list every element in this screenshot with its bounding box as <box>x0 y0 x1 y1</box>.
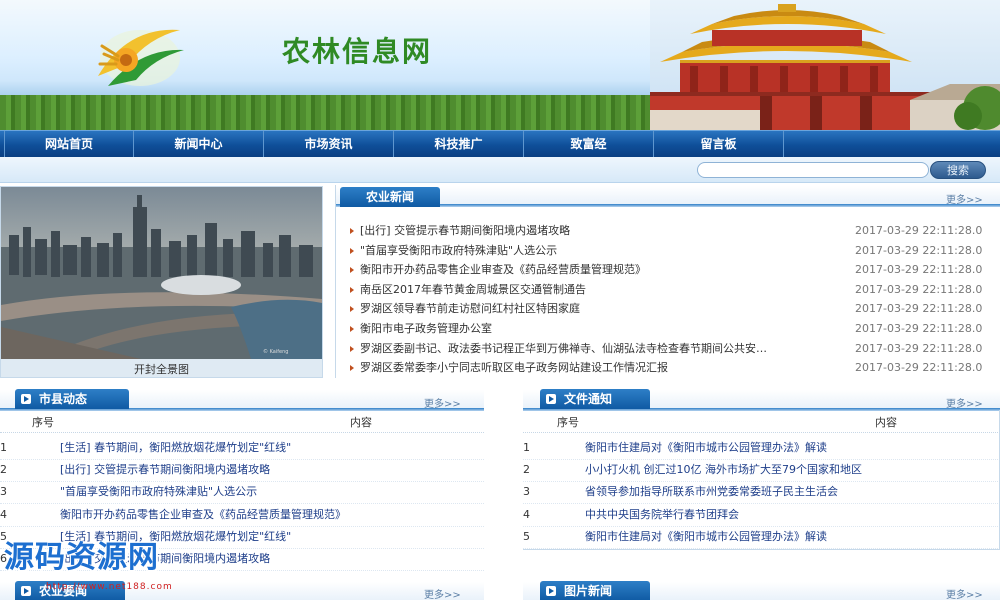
table-row[interactable]: 4 衡阳市开办药品零售企业审查及《药品经营质量管理规范》 <box>0 504 484 527</box>
doc-notice-more-link[interactable]: 更多>> <box>946 395 983 410</box>
bullet-arrow-icon <box>350 228 354 234</box>
watermark-title: 源码资源网 <box>4 540 159 575</box>
main-nav: 网站首页 新闻中心 市场资讯 科技推广 致富经 留言板 <box>0 130 1000 158</box>
row-num: 2 <box>0 463 7 476</box>
news-date: 2017-03-29 22:11:28.0 <box>855 341 983 355</box>
city-photo-panel: © Kaifeng 开封全景图 <box>0 186 323 378</box>
bullet-arrow-icon <box>350 286 354 293</box>
arrow-box-icon <box>21 394 31 404</box>
doc-notice-frame <box>523 410 1000 550</box>
tab-doc-notice-label: 文件通知 <box>564 392 613 406</box>
news-title[interactable]: 罗湖区委常委李小宁同志听取区电子政务网站建设工作情况汇报 <box>360 358 822 378</box>
news-title[interactable]: 南岳区2017年春节黄金周城景区交通管制通告 <box>360 280 822 300</box>
search-button[interactable]: 搜索 <box>930 161 986 179</box>
row-link[interactable]: [出行] 交管提示春节期间衡阳境内遏堵攻略 <box>60 459 270 482</box>
bullet-arrow-icon <box>350 325 354 332</box>
news-date: 2017-03-29 22:11:28.0 <box>855 263 983 277</box>
agri-news-list: [出行] 交管提示春节期间衡阳境内遏堵攻略 2017-03-29 22:11:28… <box>347 221 987 378</box>
table-row[interactable]: 3 "首届享受衡阳市政府特殊津贴"人选公示 <box>0 481 484 504</box>
news-title[interactable]: 罗湖区委副书记、政法委书记程正华到万佛禅寺、仙湖弘法寺检查春节期间公共安… <box>360 339 822 359</box>
news-date: 2017-03-29 22:11:28.0 <box>855 361 983 375</box>
news-date: 2017-03-29 22:11:28.0 <box>855 243 983 257</box>
list-item[interactable]: "首届享受衡阳市政府特殊津贴"人选公示 2017-03-29 22:11:28.0 <box>347 241 987 261</box>
list-item[interactable]: 罗湖区领导春节前走访慰问红村社区特困家庭 2017-03-29 22:11:28.… <box>347 299 987 319</box>
palace-illustration <box>650 0 1000 130</box>
tab-photo-news[interactable]: 图片新闻 <box>540 581 650 600</box>
list-item[interactable]: 衡阳市电子政务管理办公室 2017-03-29 22:11:28.0 <box>347 319 987 339</box>
tab-agri-news[interactable]: 农业新闻 <box>340 187 440 207</box>
site-header: 农林信息网 <box>0 0 1000 130</box>
news-date: 2017-03-29 22:11:28.0 <box>855 321 983 335</box>
tab-county-news-label: 市县动态 <box>39 392 88 406</box>
row-link[interactable]: 衡阳市开办药品零售企业审查及《药品经营质量管理规范》 <box>60 504 346 527</box>
list-item[interactable]: [出行] 交管提示春节期间衡阳境内遏堵攻略 2017-03-29 22:11:28… <box>347 221 987 241</box>
bullet-arrow-icon <box>350 345 354 352</box>
row-link[interactable]: [生活] 春节期间，衡阳燃放烟花爆竹划定"红线" <box>60 437 291 460</box>
watermark: 源码资源网 http://www.net188.com <box>0 530 210 600</box>
bullet-arrow-icon <box>350 306 354 313</box>
news-date: 2017-03-29 22:11:28.0 <box>855 282 983 296</box>
news-title[interactable]: 衡阳市开办药品零售企业审查及《药品经营质量管理规范》 <box>360 260 822 280</box>
list-item[interactable]: 衡阳市开办药品零售企业审查及《药品经营质量管理规范》 2017-03-29 22:… <box>347 260 987 280</box>
table-row[interactable]: 1 [生活] 春节期间，衡阳燃放烟花爆竹划定"红线" <box>0 437 484 460</box>
news-date: 2017-03-29 22:11:28.0 <box>855 224 983 237</box>
nav-item-guestbook[interactable]: 留言板 <box>654 131 784 158</box>
field-banner <box>0 95 700 130</box>
news-title[interactable]: 罗湖区领导春节前走访慰问红村社区特困家庭 <box>360 299 822 319</box>
col-header-num: 序号 <box>32 416 54 429</box>
list-item[interactable]: 罗湖区委常委李小宁同志听取区电子政务网站建设工作情况汇报 2017-03-29 2… <box>347 358 987 378</box>
row-link[interactable]: "首届享受衡阳市政府特殊津贴"人选公示 <box>60 481 257 504</box>
bullet-arrow-icon <box>350 247 354 254</box>
news-date: 2017-03-29 22:11:28.0 <box>855 302 983 316</box>
site-title-text: 农林信息网 <box>282 35 433 68</box>
row-num: 3 <box>0 485 7 498</box>
list-item[interactable]: 南岳区2017年春节黄金周城景区交通管制通告 2017-03-29 22:11:2… <box>347 280 987 300</box>
nav-item-home[interactable]: 网站首页 <box>4 131 134 158</box>
agri-guide-more-link[interactable]: 更多>> <box>424 586 461 600</box>
search-bar: 搜索 <box>0 157 1000 183</box>
agri-news-more-link[interactable]: 更多>> <box>946 191 983 206</box>
news-title[interactable]: [出行] 交管提示春节期间衡阳境内遏堵攻略 <box>360 221 822 241</box>
tab-county-news[interactable]: 市县动态 <box>15 389 129 409</box>
list-item[interactable]: 罗湖区委副书记、政法委书记程正华到万佛禅寺、仙湖弘法寺检查春节期间公共安… 201… <box>347 339 987 359</box>
table-row[interactable]: 2 [出行] 交管提示春节期间衡阳境内遏堵攻略 <box>0 459 484 482</box>
county-news-more-link[interactable]: 更多>> <box>424 395 461 410</box>
arrow-box-icon <box>546 586 556 596</box>
nav-item-wealth[interactable]: 致富经 <box>524 131 654 158</box>
search-input[interactable] <box>697 162 929 178</box>
tab-photo-news-label: 图片新闻 <box>564 584 613 598</box>
bullet-arrow-icon <box>350 267 354 274</box>
nav-item-market[interactable]: 市场资讯 <box>264 131 394 158</box>
county-news-table-header: 序号 内容 <box>0 413 484 433</box>
watermark-url: http://www.net188.com <box>46 582 173 592</box>
col-header-content: 内容 <box>350 416 372 429</box>
city-panorama-image[interactable]: © Kaifeng <box>1 187 322 359</box>
photo-news-more-link[interactable]: 更多>> <box>946 586 983 600</box>
nav-item-tech[interactable]: 科技推广 <box>394 131 524 158</box>
row-num: 1 <box>0 441 7 454</box>
row-num: 4 <box>0 508 7 521</box>
wheat-logo-icon <box>98 29 184 86</box>
tab-doc-notice[interactable]: 文件通知 <box>540 389 650 409</box>
site-title: 农林信息网 <box>282 30 432 70</box>
bullet-arrow-icon <box>350 365 354 372</box>
nav-item-news-center[interactable]: 新闻中心 <box>134 131 264 158</box>
svg-text:© Kaifeng: © Kaifeng <box>263 348 288 355</box>
news-title[interactable]: "首届享受衡阳市政府特殊津贴"人选公示 <box>360 241 822 261</box>
arrow-box-icon <box>546 394 556 404</box>
photo-caption: 开封全景图 <box>134 363 189 376</box>
news-title[interactable]: 衡阳市电子政务管理办公室 <box>360 319 822 339</box>
column-divider <box>335 185 336 378</box>
